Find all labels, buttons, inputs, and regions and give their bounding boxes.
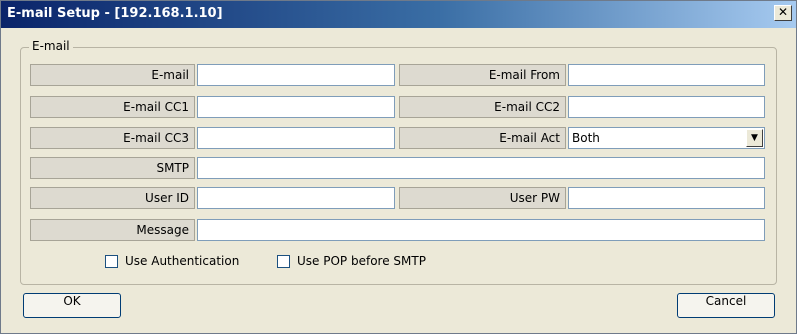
email-group-label: E-mail [29, 39, 73, 53]
title-bar[interactable]: E-mail Setup - [192.168.1.10] ✕ [1, 1, 796, 28]
close-button[interactable]: ✕ [774, 5, 792, 21]
email-cc1-label: E-mail CC1 [30, 96, 195, 118]
user-id-field[interactable] [197, 187, 395, 209]
smtp-label: SMTP [30, 157, 195, 179]
email-field[interactable] [197, 64, 395, 86]
email-from-label: E-mail From [399, 64, 566, 86]
use-authentication-label[interactable]: Use Authentication [125, 254, 239, 268]
email-cc1-field[interactable] [197, 96, 395, 118]
email-setup-dialog: E-mail Setup - [192.168.1.10] ✕ E-mail E… [0, 0, 797, 334]
email-cc3-field[interactable] [197, 127, 395, 149]
user-id-label: User ID [30, 187, 195, 209]
ok-button[interactable]: OK [23, 293, 121, 318]
email-act-selected-value: Both [572, 131, 600, 145]
email-act-select[interactable]: Both ▼ [568, 127, 765, 149]
user-pw-label: User PW [399, 187, 566, 209]
email-cc2-label: E-mail CC2 [399, 96, 566, 118]
smtp-field[interactable] [197, 157, 765, 179]
message-field[interactable] [197, 219, 765, 241]
email-cc2-field[interactable] [568, 96, 765, 118]
window-title: E-mail Setup - [192.168.1.10] [7, 6, 223, 21]
cancel-button[interactable]: Cancel [677, 293, 775, 318]
user-pw-field[interactable] [568, 187, 765, 209]
email-cc3-label: E-mail CC3 [30, 127, 195, 149]
use-pop-label[interactable]: Use POP before SMTP [297, 254, 426, 268]
email-from-field[interactable] [568, 64, 765, 86]
message-label: Message [30, 219, 195, 241]
email-label: E-mail [30, 64, 195, 86]
use-pop-checkbox[interactable] [277, 255, 290, 268]
email-act-label: E-mail Act [399, 127, 566, 149]
dropdown-arrow-icon[interactable]: ▼ [746, 129, 763, 147]
close-icon: ✕ [777, 5, 789, 19]
use-authentication-checkbox[interactable] [105, 255, 118, 268]
